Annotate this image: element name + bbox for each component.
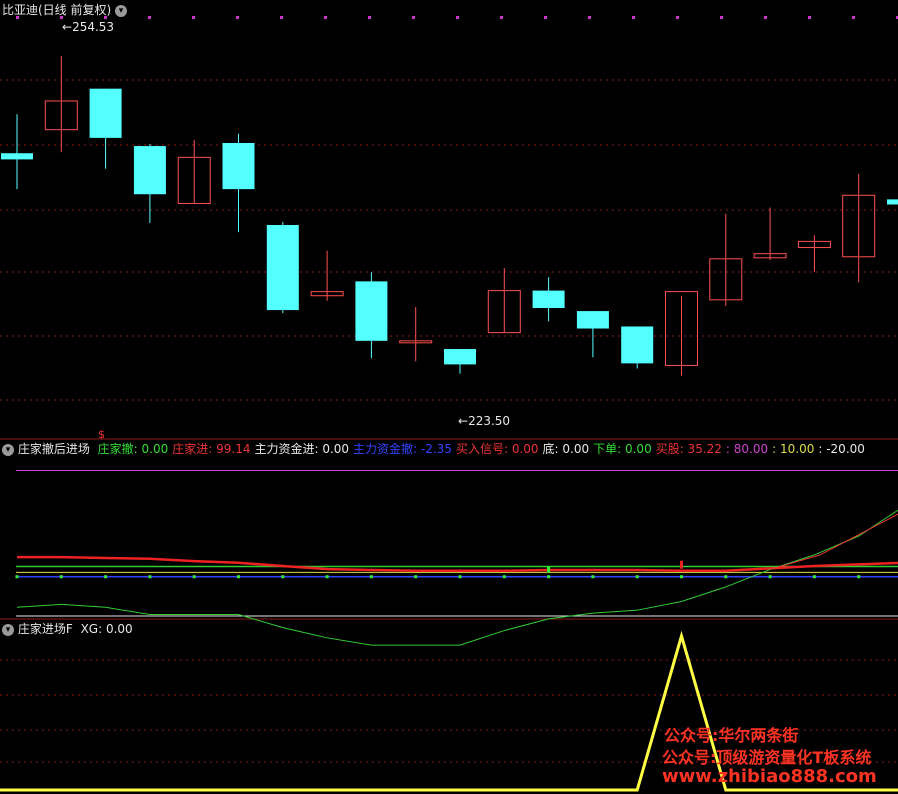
indicator-title: 庄家撤后进场 (17, 442, 90, 456)
top-marker-dot (852, 16, 855, 19)
top-marker-dot (280, 16, 283, 19)
signal-dot (724, 575, 728, 579)
candle-body (576, 311, 609, 329)
watermark-line-3: www.zhibiao888.com (662, 766, 877, 787)
indicator-value-item: 下单: 0.00 (593, 442, 652, 456)
signal-dot (635, 575, 639, 579)
candle-body (621, 326, 654, 364)
top-marker-dot (676, 16, 679, 19)
chart-canvas[interactable] (0, 0, 898, 794)
indicator-value-item: : 10.00 (772, 442, 815, 456)
candle-body (532, 290, 565, 309)
indicator-value-item: 主力资金撤: -2.35 (353, 442, 452, 456)
indicator-value-item: 庄家撤: 0.00 (97, 442, 169, 456)
xg-panel-header: ▾ 庄家进场F XG: 0.00 (2, 622, 133, 636)
high-price-value: 254.53 (72, 20, 115, 34)
top-marker-dot (720, 16, 723, 19)
signal-dot (104, 575, 108, 579)
dealer-entry-line (17, 555, 898, 573)
indicator-value-item: 买股: 35.22 (655, 442, 722, 456)
candle-body (887, 199, 898, 205)
top-marker-dot (456, 16, 459, 19)
low-price-value: 223.50 (468, 414, 511, 428)
signal-dot (369, 575, 373, 579)
signal-dot (192, 575, 196, 579)
chevron-down-icon[interactable]: ▾ (115, 4, 128, 17)
candle-body (1, 153, 33, 160)
signal-dot (680, 575, 683, 579)
high-price-label: ←254.53 (62, 20, 114, 34)
watermark-line-2: 公众号:顶级游资量化T板系统 (662, 748, 872, 767)
signal-dot (148, 575, 152, 579)
chevron-down-icon[interactable]: ▾ (2, 443, 14, 456)
top-marker-dot (544, 16, 547, 19)
indicator-value-item: 底: 0.00 (542, 442, 590, 456)
arrow-icon: ← (458, 414, 469, 428)
signal-dot (414, 575, 418, 579)
top-marker-dot (412, 16, 415, 19)
indicator-value-item: 买入信号: 0.00 (455, 442, 539, 456)
top-marker-dot (808, 16, 811, 19)
xg-value-item: XG: 0.00 (80, 622, 133, 636)
top-marker-dot (324, 16, 327, 19)
main-panel-title: 比亚迪(日线 前复权) ▾ (2, 3, 128, 17)
top-marker-dot (236, 16, 239, 19)
signal-dot (325, 575, 329, 579)
top-marker-dot (148, 16, 151, 19)
candle-body (444, 349, 476, 365)
order-signal-marker (547, 566, 551, 573)
signal-dot (502, 575, 506, 579)
candle-body (89, 88, 122, 138)
watermark-line-1: 公众号:华尔两条街 (664, 726, 799, 745)
indicator-panel-header: ▾ 庄家撤后进场 庄家撤: 0.00 庄家进: 99.14 主力资金进: 0.00 主… (2, 442, 865, 456)
low-price-label: ←223.50 (458, 414, 510, 428)
top-marker-dot (192, 16, 195, 19)
chevron-down-icon[interactable]: ▾ (2, 623, 14, 636)
signal-dot (237, 575, 240, 579)
candle-body (222, 143, 255, 190)
signal-dot (281, 575, 285, 579)
signal-dot (458, 575, 462, 579)
candle-body (355, 281, 388, 341)
candle-body (133, 146, 166, 195)
candle-body (266, 225, 299, 311)
indicator-value-item: 主力资金进: 0.00 (254, 442, 350, 456)
signal-dot (857, 575, 861, 579)
indicator-value-item: : -20.00 (818, 442, 865, 456)
top-marker-dot (368, 16, 371, 19)
arrow-icon: ← (62, 20, 73, 34)
indicator-value-item: 庄家进: 99.14 (172, 442, 251, 456)
signal-marker: $ (98, 428, 105, 441)
signal-dot (59, 575, 63, 579)
signal-dot (812, 575, 816, 579)
signal-dot (768, 575, 772, 579)
signal-dot (591, 575, 595, 579)
signal-dot (15, 575, 19, 579)
top-marker-dot (632, 16, 635, 19)
signal-dot (547, 575, 551, 579)
xg-panel-title: 庄家进场F (17, 622, 73, 636)
buy-signal-marker (680, 560, 683, 569)
indicator-value-item: : 80.00 (725, 442, 769, 456)
top-marker-dot (588, 16, 591, 19)
top-marker-dot (764, 16, 767, 19)
top-marker-dot (500, 16, 503, 19)
stock-title: 比亚迪(日线 前复权) (2, 3, 112, 17)
